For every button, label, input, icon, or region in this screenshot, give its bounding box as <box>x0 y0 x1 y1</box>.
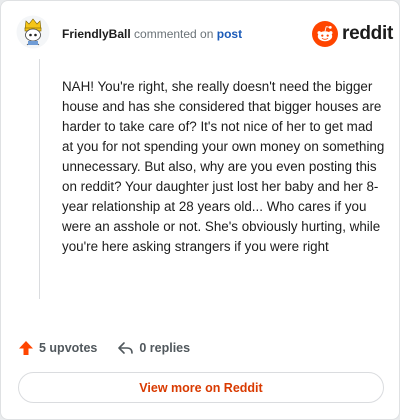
post-link[interactable]: post <box>217 27 242 41</box>
comment-body: NAH! You're right, she really doesn't ne… <box>62 79 385 254</box>
commented-on-label: commented on <box>134 27 214 41</box>
username-link[interactable]: FriendlyBall <box>62 27 131 41</box>
upvote-arrow-icon <box>19 341 33 355</box>
upvotes-count: 5 upvotes <box>39 341 98 355</box>
thread-line <box>39 59 40 299</box>
replies-count: 0 replies <box>139 341 191 355</box>
reddit-logo[interactable]: reddit <box>312 21 393 47</box>
upvote-button[interactable]: 5 upvotes <box>18 340 97 356</box>
reply-arrow-icon <box>118 342 134 354</box>
reddit-wordmark: reddit <box>342 23 393 44</box>
comment-actions: 5 upvotes 0 replies <box>18 338 190 358</box>
view-more-on-reddit-button[interactable]: View more on Reddit <box>18 372 384 403</box>
reddit-snoo-icon <box>312 21 338 47</box>
avatar-icon <box>16 15 50 49</box>
comment-header: FriendlyBall commented on post <box>62 27 242 41</box>
user-avatar[interactable] <box>16 15 50 49</box>
replies-button[interactable]: 0 replies <box>117 340 190 356</box>
reddit-comment-embed: FriendlyBall commented on post reddit NA… <box>0 0 400 420</box>
